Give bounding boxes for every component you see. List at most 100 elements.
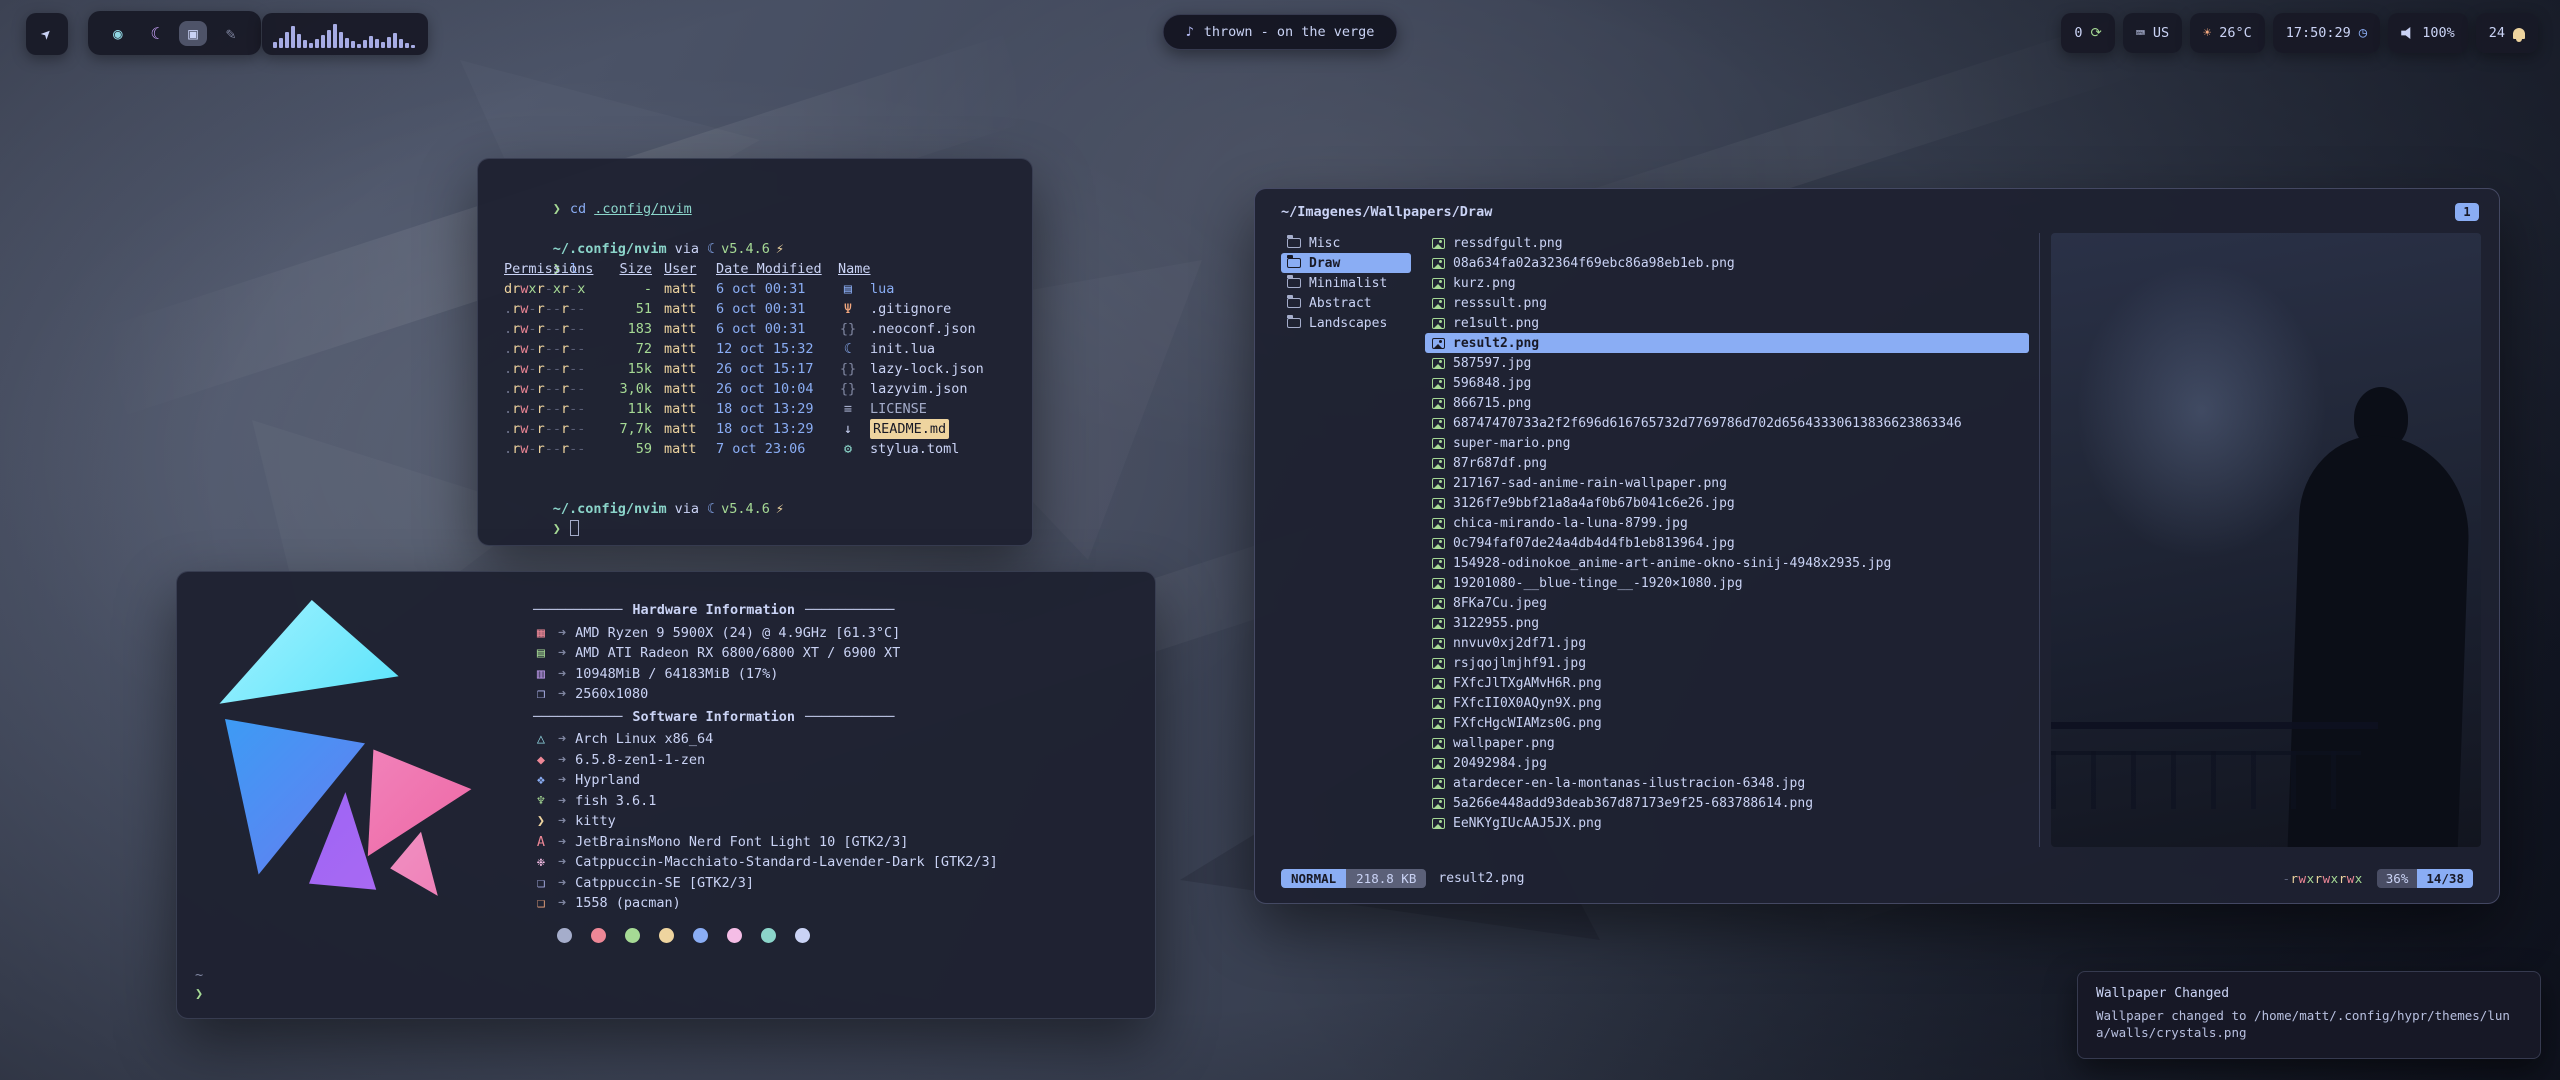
image-file-icon <box>1432 478 1445 489</box>
file-item[interactable]: 5a266e448add93deab367d87173e9f25-6837886… <box>1425 793 2029 813</box>
listing-header: Permissions Size User Date Modified Name <box>504 259 1006 279</box>
image-file-icon <box>1432 578 1445 589</box>
notifications-count: 24 <box>2489 25 2505 41</box>
folder-item[interactable]: Misc <box>1281 233 1411 253</box>
clock-icon: ◷ <box>2359 25 2367 41</box>
keyboard-layout-widget[interactable]: ⌨ US <box>2123 13 2182 53</box>
updates-widget[interactable]: 0 ⟳ <box>2061 13 2114 53</box>
cpu-graph-widget[interactable] <box>262 13 428 55</box>
volume-label: 100% <box>2422 25 2455 41</box>
file-item[interactable]: 587597.jpg <box>1425 353 2029 373</box>
graph-bar <box>345 38 349 48</box>
file-size: 72 <box>608 339 652 359</box>
info-icon: ◆ <box>533 750 549 771</box>
file-item[interactable]: 87r687df.png <box>1425 453 2029 473</box>
file-item[interactable]: wallpaper.png <box>1425 733 2029 753</box>
info-icon: ❯ <box>533 811 549 832</box>
prompt-symbol: ❯ <box>195 985 203 1004</box>
notification-popup[interactable]: Wallpaper Changed Wallpaper changed to /… <box>2077 971 2541 1059</box>
folder-item[interactable]: Draw <box>1281 253 1411 273</box>
folder-icon <box>1287 278 1301 288</box>
file-name: wallpaper.png <box>1453 736 1555 751</box>
file-item[interactable]: 19201080-__blue-tinge__-1920×1080.jpg <box>1425 573 2029 593</box>
preview-image <box>2051 233 2481 847</box>
weather-widget[interactable]: ☀ 26°C <box>2190 13 2265 53</box>
lua-version: v5.4.6 <box>721 241 770 257</box>
workspace-button[interactable]: ✎ <box>217 21 245 46</box>
workspace-switcher: ◉ ☾ ▣ ✎ <box>88 11 261 55</box>
image-file-icon <box>1432 738 1445 749</box>
info-text: 6.5.8-zen1-1-zen <box>575 750 705 771</box>
workspace-button[interactable]: ▣ <box>179 21 207 46</box>
graph-bar <box>333 24 337 48</box>
clock-widget[interactable]: 17:50:29 ◷ <box>2273 13 2380 53</box>
updates-count: 0 <box>2074 25 2082 41</box>
music-widget[interactable]: ♪ thrown - on the verge <box>1163 14 1398 50</box>
file-type-icon: {} <box>838 359 858 379</box>
file-item[interactable]: 154928-odinokoe_anime-art-anime-okno-sin… <box>1425 553 2029 573</box>
file-name: 68747470733a2f2f696d616765732d7769786d70… <box>1453 416 1962 431</box>
file-name: 596848.jpg <box>1453 376 1531 391</box>
file-owner: matt <box>664 439 704 459</box>
tab-badge[interactable]: 1 <box>2455 203 2479 221</box>
image-file-icon <box>1432 818 1445 829</box>
file-item[interactable]: 68747470733a2f2f696d616765732d7769786d70… <box>1425 413 2029 433</box>
file-item[interactable]: 596848.jpg <box>1425 373 2029 393</box>
info-icon: ❒ <box>533 684 549 705</box>
file-date: 26 oct 10:04 <box>716 379 826 399</box>
image-file-icon <box>1432 258 1445 269</box>
command-argument: .config/nvim <box>594 201 692 217</box>
file-item[interactable]: chica-mirando-la-luna-8799.jpg <box>1425 513 2029 533</box>
file-item[interactable]: 866715.png <box>1425 393 2029 413</box>
file-item[interactable]: 8FKa7Cu.jpeg <box>1425 593 2029 613</box>
list-position-badge: 14/38 <box>2417 869 2473 888</box>
file-item[interactable]: nnvuv0xj2df71.jpg <box>1425 633 2029 653</box>
file-item[interactable]: kurz.png <box>1425 273 2029 293</box>
file-type-icon: ⚙ <box>838 439 858 459</box>
date-header: Date Modified <box>716 259 826 279</box>
workspace-button[interactable]: ◉ <box>104 21 132 46</box>
file-item[interactable]: rsjqojlmjhf91.jpg <box>1425 653 2029 673</box>
info-text: AMD ATI Radeon RX 6800/6800 XT / 6900 XT <box>575 643 900 664</box>
workspace-button[interactable]: ☾ <box>142 21 170 46</box>
file-item[interactable]: 217167-sad-anime-rain-wallpaper.png <box>1425 473 2029 493</box>
image-file-icon <box>1432 778 1445 789</box>
size-header: Size <box>608 259 652 279</box>
file-item[interactable]: re1sult.png <box>1425 313 2029 333</box>
file-item[interactable]: atardecer-en-la-montanas-ilustracion-634… <box>1425 773 2029 793</box>
file-item[interactable]: 20492984.jpg <box>1425 753 2029 773</box>
volume-widget[interactable]: 100% <box>2388 13 2468 53</box>
file-item[interactable]: EeNKYgIUcAAJ5JX.png <box>1425 813 2029 833</box>
image-file-icon <box>1432 658 1445 669</box>
file-manager-window[interactable]: ~/Imagenes/Wallpapers/Draw 1 Misc Draw M… <box>1254 188 2500 904</box>
file-item[interactable]: 3122955.png <box>1425 613 2029 633</box>
listing-row: .rw-r--r-- 59 matt 7 oct 23:06 ⚙ stylua.… <box>504 439 1006 459</box>
arrow-icon: ➜ <box>558 852 566 873</box>
terminal-window[interactable]: ❯cd.config/nvim ~/.config/nvimvia☾v5.4.6… <box>477 158 1033 546</box>
folder-item[interactable]: Landscapes <box>1281 313 1411 333</box>
file-owner: matt <box>664 359 704 379</box>
file-item[interactable]: 0c794faf07de24a4db4d4fb1eb813964.jpg <box>1425 533 2029 553</box>
file-item[interactable]: result2.png <box>1425 333 2029 353</box>
file-item[interactable]: resssult.png <box>1425 293 2029 313</box>
file-item[interactable]: FXfcJlTXgAMvH6R.png <box>1425 673 2029 693</box>
image-file-icon <box>1432 678 1445 689</box>
info-line: △ ➜ Arch Linux x86_64 <box>533 729 1129 750</box>
launcher-button[interactable]: ➤ <box>26 13 68 55</box>
arrow-icon: ➜ <box>558 791 566 812</box>
file-item[interactable]: super-mario.png <box>1425 433 2029 453</box>
file-item[interactable]: FXfcII0X0AQyn9X.png <box>1425 693 2029 713</box>
notifications-widget[interactable]: 24 <box>2476 13 2538 53</box>
prompt-context-line: ~/.config/nvimvia☾v5.4.6⚡ <box>504 219 1006 239</box>
folder-item[interactable]: Abstract <box>1281 293 1411 313</box>
file-name: 19201080-__blue-tinge__-1920×1080.jpg <box>1453 576 1743 591</box>
folder-item[interactable]: Minimalist <box>1281 273 1411 293</box>
file-item[interactable]: FXfcHgcWIAMzs0G.png <box>1425 713 2029 733</box>
palette-dot <box>659 928 674 943</box>
info-icon: ▥ <box>533 664 549 685</box>
fastfetch-window[interactable]: ─────────── Hardware Information ───────… <box>176 571 1156 1019</box>
file-item[interactable]: 08a634fa02a32364f69ebc86a98eb1eb.png <box>1425 253 2029 273</box>
file-name: .neoconf.json <box>870 319 1006 339</box>
file-item[interactable]: ressdfgult.png <box>1425 233 2029 253</box>
file-item[interactable]: 3126f7e9bbf21a8a4af0b67b041c6e26.jpg <box>1425 493 2029 513</box>
